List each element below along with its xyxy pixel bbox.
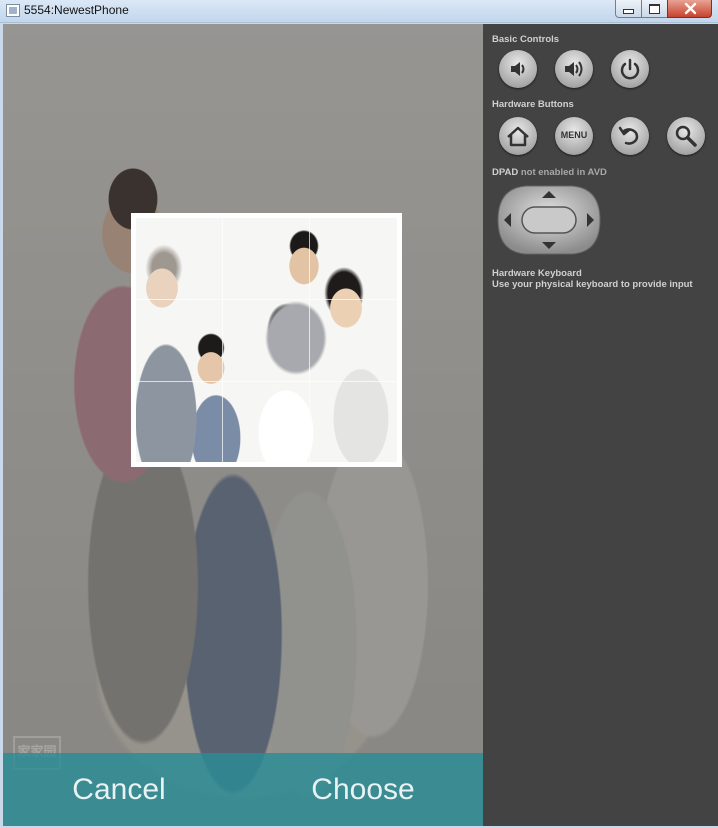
- phone-screen: 家家园 Cancel Choose: [3, 24, 483, 826]
- home-button[interactable]: [499, 117, 537, 155]
- dpad-label: DPAD: [492, 167, 519, 178]
- window-titlebar: 5554:NewestPhone: [0, 0, 718, 23]
- maximize-button[interactable]: [641, 0, 668, 18]
- cropped-family-photo: [136, 218, 397, 462]
- close-button[interactable]: [667, 0, 712, 18]
- search-button[interactable]: [667, 117, 705, 155]
- volume-down-button[interactable]: [499, 50, 537, 88]
- back-icon: [618, 126, 639, 145]
- crop-action-bar: Cancel Choose: [3, 753, 483, 826]
- crop-frame[interactable]: [131, 213, 402, 467]
- minimize-button[interactable]: [615, 0, 642, 18]
- power-button[interactable]: [611, 50, 649, 88]
- minimize-icon: [616, 1, 641, 17]
- app-window-icon: [6, 4, 20, 17]
- crop-grid-line: [222, 218, 223, 462]
- dpad-heading: DPAD not enabled in AVD: [492, 167, 607, 178]
- emulator-control-panel: Basic Controls Hardware Buttons MENU DPA…: [483, 24, 718, 826]
- close-icon: [684, 2, 697, 15]
- dpad-control[interactable]: [496, 184, 602, 256]
- back-button[interactable]: [611, 117, 649, 155]
- home-icon: [507, 126, 529, 147]
- volume-up-button[interactable]: [555, 50, 593, 88]
- search-icon: [675, 125, 697, 147]
- power-icon: [620, 58, 640, 80]
- volume-up-icon: [565, 61, 583, 77]
- crop-grid-line: [309, 218, 310, 462]
- crop-grid-line: [136, 299, 397, 300]
- basic-controls-heading: Basic Controls: [492, 34, 560, 45]
- hardware-buttons-heading: Hardware Buttons: [492, 99, 574, 110]
- dpad-note: not enabled in AVD: [520, 167, 607, 178]
- menu-icon: MENU: [560, 130, 588, 140]
- menu-button[interactable]: MENU: [555, 117, 593, 155]
- choose-button[interactable]: Choose: [243, 753, 483, 826]
- volume-down-icon: [511, 62, 525, 76]
- cancel-button[interactable]: Cancel: [3, 753, 235, 826]
- hardware-keyboard-note: Use your physical keyboard to provide in…: [492, 279, 693, 290]
- crop-grid-line: [136, 381, 397, 382]
- dpad-graphic: [497, 185, 601, 255]
- maximize-icon: [642, 1, 667, 17]
- window-title: 5554:NewestPhone: [24, 3, 129, 17]
- hardware-keyboard-heading: Hardware Keyboard: [492, 268, 582, 279]
